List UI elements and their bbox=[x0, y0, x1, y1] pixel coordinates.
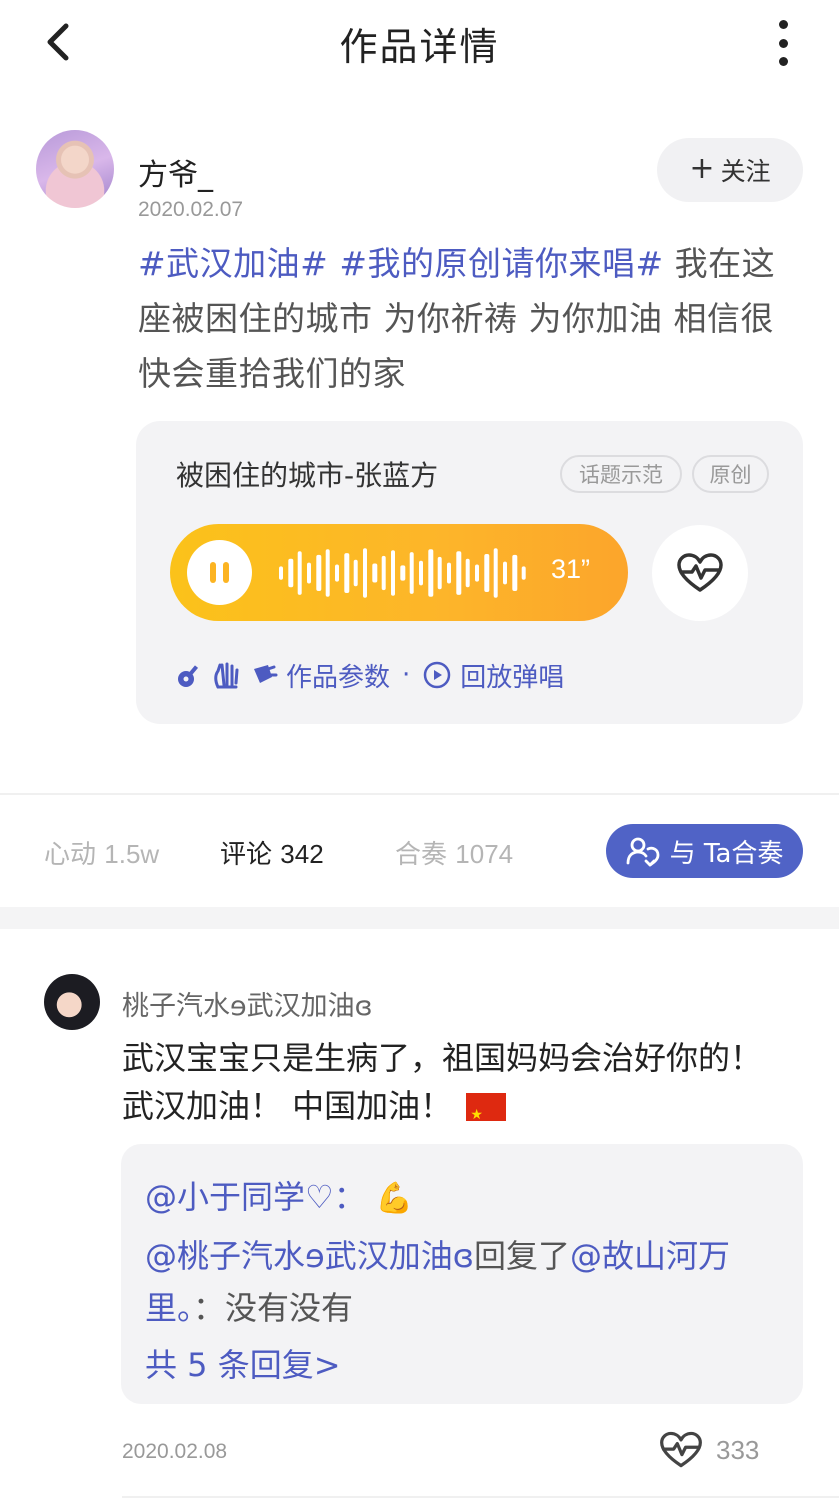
hands-icon bbox=[212, 661, 242, 689]
author-name[interactable]: 方爷_ bbox=[138, 150, 213, 194]
top-bar: 作品详情 bbox=[0, 0, 839, 88]
song-title: 被困住的城市-张蓝方 bbox=[176, 459, 439, 492]
view-all-replies-link[interactable]: 共 5 条回复> bbox=[145, 1340, 341, 1386]
hashtag-link[interactable]: #武汉加油# bbox=[138, 244, 328, 283]
more-options-button[interactable] bbox=[771, 20, 795, 66]
divider bbox=[122, 1496, 839, 1498]
reply-user[interactable]: @桃子汽水ɘ武汉加油ɞ bbox=[145, 1237, 474, 1275]
work-params-link[interactable]: 作品参数 bbox=[286, 657, 390, 694]
reply-item: @小于同学♡： 💪 bbox=[145, 1172, 413, 1218]
commenter-name[interactable]: 桃子汽水ɘ武汉加油ɞ bbox=[122, 984, 373, 1023]
chorus-count: 1074 bbox=[455, 839, 514, 869]
playback-link[interactable]: 回放弹唱 bbox=[460, 657, 564, 694]
chorus-button-label: 与 Ta合奏 bbox=[669, 838, 784, 869]
chorus-icon bbox=[626, 837, 660, 867]
comment-date: 2020.02.08 bbox=[122, 1440, 228, 1463]
comment-stat[interactable]: 评论 342 bbox=[220, 834, 324, 871]
plus-icon: + bbox=[689, 150, 715, 186]
post-date: 2020.02.07 bbox=[138, 198, 244, 221]
guitar-icon bbox=[176, 661, 204, 689]
heartbeat-icon bbox=[660, 1431, 702, 1468]
more-dot bbox=[778, 57, 788, 66]
author-avatar[interactable] bbox=[36, 130, 114, 208]
mic-icon bbox=[250, 661, 278, 689]
divider bbox=[0, 793, 839, 795]
heartbeat-button[interactable] bbox=[652, 525, 748, 621]
reply-verb: 回复了 bbox=[473, 1237, 570, 1275]
pause-icon-bar bbox=[223, 562, 229, 583]
topic-tag[interactable]: 话题示范 bbox=[560, 455, 682, 493]
comment-like-button[interactable]: 333 bbox=[658, 1430, 759, 1470]
chorus-label: 合奏 bbox=[395, 840, 448, 870]
waveform bbox=[279, 548, 526, 598]
work-meta-row: 作品参数 · 回放弹唱 bbox=[176, 655, 564, 695]
follow-button[interactable]: + 关注 bbox=[657, 138, 803, 202]
pause-icon bbox=[210, 562, 216, 583]
chorus-stat[interactable]: 合奏 1074 bbox=[395, 834, 513, 871]
comment-like-count: 333 bbox=[716, 1434, 760, 1465]
more-dots-icon bbox=[778, 20, 788, 29]
reply-separator: ： bbox=[193, 1289, 226, 1327]
flexed-biceps-icon: 💪 bbox=[375, 1181, 414, 1216]
post-description: #武汉加油# #我的原创请你来唱# 我在这座被困住的城市 为你祈祷 为你加油 相… bbox=[138, 236, 803, 401]
chorus-with-ta-button[interactable]: 与 Ta合奏 bbox=[606, 824, 803, 878]
reply-preview-box[interactable]: @小于同学♡： 💪 @桃子汽水ɘ武汉加油ɞ回复了@故山河万里。：没有没有 共 5… bbox=[121, 1144, 803, 1404]
music-card: 被困住的城市-张蓝方 话题示范 原创 31” 作品参数 · 回放弹唱 bbox=[136, 421, 803, 724]
reply-user[interactable]: @小于同学♡： bbox=[145, 1178, 366, 1216]
page-title: 作品详情 bbox=[339, 25, 500, 69]
comment-count: 342 bbox=[280, 839, 324, 869]
comment-text: 武汉宝宝只是生病了，祖国妈妈会治好你的！ 武汉加油！ 中国加油！ bbox=[122, 1034, 802, 1139]
separator: · bbox=[402, 660, 411, 690]
reply-item: @桃子汽水ɘ武汉加油ɞ回复了@故山河万里。：没有没有 bbox=[145, 1230, 785, 1334]
heartbeat-icon bbox=[677, 553, 723, 592]
like-count: 1.5w bbox=[104, 839, 160, 869]
audio-player[interactable]: 31” bbox=[170, 524, 628, 621]
original-tag[interactable]: 原创 bbox=[692, 455, 769, 493]
comment-body: 武汉宝宝只是生病了，祖国妈妈会治好你的！ 武汉加油！ 中国加油！ bbox=[122, 1039, 763, 1125]
follow-label: 关注 bbox=[720, 157, 771, 186]
more-dot bbox=[778, 38, 788, 48]
china-flag-icon bbox=[466, 1091, 507, 1139]
like-stat[interactable]: 心动 1.5w bbox=[44, 834, 159, 871]
reply-text: 没有没有 bbox=[225, 1289, 354, 1327]
like-label: 心动 bbox=[44, 840, 97, 870]
comment-label: 评论 bbox=[220, 840, 273, 870]
pause-button[interactable] bbox=[187, 540, 252, 605]
section-divider bbox=[0, 907, 839, 929]
commenter-avatar[interactable] bbox=[44, 974, 100, 1030]
replay-icon bbox=[422, 660, 452, 690]
audio-duration: 31” bbox=[551, 554, 591, 584]
hashtag-link[interactable]: #我的原创请你来唱# bbox=[339, 244, 663, 283]
